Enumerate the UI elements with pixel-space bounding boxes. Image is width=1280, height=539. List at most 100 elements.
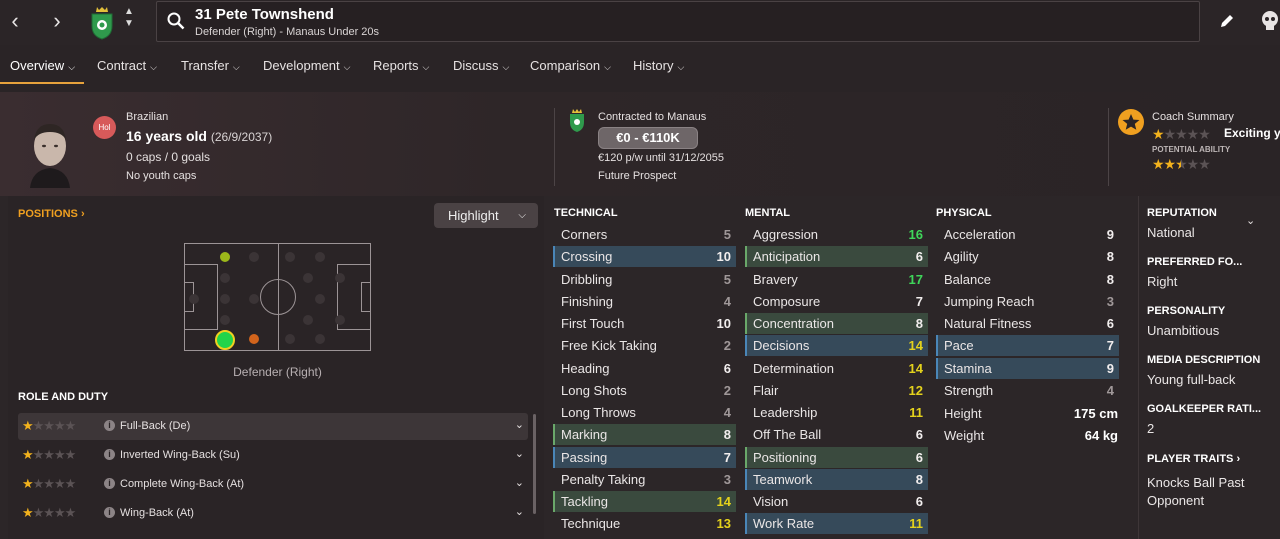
tab-transfer[interactable]: Transfer ⌵ bbox=[181, 58, 240, 73]
attribute-row[interactable]: Decisions 14 bbox=[745, 335, 928, 357]
attribute-row[interactable]: Leadership 11 bbox=[745, 402, 928, 423]
tab-development[interactable]: Development ⌵ bbox=[263, 58, 350, 73]
info-icon[interactable]: i bbox=[104, 478, 115, 489]
roles-scrollbar[interactable] bbox=[533, 414, 536, 514]
attribute-row[interactable]: Positioning 6 bbox=[745, 446, 928, 468]
position-dot-dr[interactable] bbox=[215, 330, 235, 350]
player-traits-link[interactable]: PLAYER TRAITS › bbox=[1147, 453, 1240, 465]
attribute-row[interactable]: Jumping Reach 3 bbox=[936, 291, 1119, 312]
info-icon[interactable]: i bbox=[104, 449, 115, 460]
position-dot-str[interactable] bbox=[335, 315, 345, 325]
attribute-row[interactable]: Vision 6 bbox=[745, 491, 928, 512]
position-dot-wbl[interactable] bbox=[249, 252, 259, 262]
position-dot-dm[interactable] bbox=[249, 294, 259, 304]
chevron-down-icon[interactable]: ⌄ bbox=[515, 505, 524, 518]
attribute-row[interactable]: Long Throws 4 bbox=[553, 402, 736, 423]
attribute-row[interactable]: Natural Fitness 6 bbox=[936, 313, 1119, 334]
tab-comparison[interactable]: Comparison ⌵ bbox=[530, 58, 611, 73]
club-crest-icon[interactable] bbox=[88, 6, 116, 40]
highlight-bar bbox=[745, 380, 747, 401]
attribute-row[interactable]: Tackling 14 bbox=[553, 491, 736, 512]
attribute-name: Positioning bbox=[753, 449, 817, 465]
position-dot-ml[interactable] bbox=[285, 252, 295, 262]
position-dot-dc[interactable] bbox=[220, 294, 230, 304]
position-dot-amr[interactable] bbox=[315, 334, 325, 344]
role-row[interactable]: ★★★★★ i Wing-Back (At) ⌄ bbox=[18, 500, 528, 527]
attribute-row[interactable]: Penalty Taking 3 bbox=[553, 469, 736, 490]
attribute-row[interactable]: Corners 5 bbox=[553, 224, 736, 245]
attribute-row[interactable]: Balance 8 bbox=[936, 269, 1119, 290]
attribute-row[interactable]: Long Shots 2 bbox=[553, 380, 736, 401]
position-dot-wbr[interactable] bbox=[249, 334, 259, 344]
club-crest-small-icon[interactable] bbox=[568, 109, 586, 133]
search-icon[interactable] bbox=[167, 12, 185, 30]
attribute-row[interactable]: Finishing 4 bbox=[553, 291, 736, 312]
tab-reports[interactable]: Reports ⌵ bbox=[373, 58, 429, 73]
skull-icon[interactable] bbox=[1260, 10, 1280, 32]
attribute-row[interactable]: Crossing 10 bbox=[553, 246, 736, 268]
attribute-row[interactable]: Anticipation 6 bbox=[745, 246, 928, 268]
position-dot-dcr[interactable] bbox=[220, 315, 230, 325]
highlight-bar bbox=[936, 335, 938, 357]
attribute-value: 8 bbox=[1106, 249, 1114, 265]
attribute-row[interactable]: Flair 12 bbox=[745, 380, 928, 401]
position-dot-mcr[interactable] bbox=[303, 315, 313, 325]
attribute-row[interactable]: Determination 14 bbox=[745, 358, 928, 379]
search-box[interactable]: 31 Pete Townshend Defender (Right) - Man… bbox=[156, 1, 1200, 42]
position-dot-dcl[interactable] bbox=[220, 273, 230, 283]
position-dot-mcl[interactable] bbox=[303, 273, 313, 283]
chevron-down-icon[interactable]: ⌄ bbox=[515, 476, 524, 489]
position-dot-mr[interactable] bbox=[285, 334, 295, 344]
tab-contract[interactable]: Contract ⌵ bbox=[97, 58, 157, 73]
attribute-value: 6 bbox=[915, 427, 923, 443]
transfer-value[interactable]: €0 - €110K bbox=[598, 127, 698, 149]
info-icon[interactable]: i bbox=[104, 420, 115, 431]
contracted-to[interactable]: Contracted to Manaus bbox=[598, 111, 706, 123]
attribute-value: 10 bbox=[716, 249, 731, 265]
attribute-row[interactable]: Aggression 16 bbox=[745, 224, 928, 245]
position-dot-dl[interactable] bbox=[220, 252, 230, 262]
info-icon[interactable]: i bbox=[104, 507, 115, 518]
position-dot-amc[interactable] bbox=[315, 294, 325, 304]
highlight-dropdown[interactable]: Highlight ⌵ bbox=[434, 203, 538, 228]
attribute-row[interactable]: Technique 13 bbox=[553, 513, 736, 534]
attribute-row[interactable]: Strength 4 bbox=[936, 380, 1119, 401]
attribute-row[interactable]: Teamwork 8 bbox=[745, 468, 928, 490]
forward-arrow-icon[interactable]: › bbox=[45, 10, 69, 34]
attribute-row[interactable]: Marking 8 bbox=[553, 424, 736, 446]
edit-pencil-icon[interactable] bbox=[1218, 12, 1236, 30]
role-row[interactable]: ★★★★★ i Inverted Wing-Back (Su) ⌄ bbox=[18, 442, 528, 469]
highlight-bar bbox=[553, 469, 555, 490]
back-arrow-icon[interactable]: ‹ bbox=[3, 10, 27, 34]
role-stars: ★★★★★ bbox=[22, 505, 76, 520]
attribute-row[interactable]: Heading 6 bbox=[553, 358, 736, 379]
tab-history[interactable]: History ⌵ bbox=[633, 58, 684, 73]
chevron-down-icon[interactable]: ⌄ bbox=[515, 418, 524, 431]
chevron-down-icon[interactable]: ⌄ bbox=[1246, 214, 1255, 227]
role-row[interactable]: ★★★★★ i Full-Back (De) ⌄ bbox=[18, 413, 528, 440]
attribute-row[interactable]: Acceleration 9 bbox=[936, 224, 1119, 245]
attribute-row[interactable]: Passing 7 bbox=[553, 446, 736, 468]
attribute-row[interactable]: Composure 7 bbox=[745, 291, 928, 312]
positions-link[interactable]: POSITIONS › bbox=[18, 208, 85, 220]
position-dot-gk[interactable] bbox=[189, 294, 199, 304]
tab-overview[interactable]: Overview ⌵ bbox=[10, 58, 75, 73]
attribute-row[interactable]: Bravery 17 bbox=[745, 269, 928, 290]
attribute-row[interactable]: Pace 7 bbox=[936, 335, 1119, 357]
attribute-row[interactable]: Concentration 8 bbox=[745, 313, 928, 334]
nation-badge[interactable]: Hol bbox=[93, 116, 116, 139]
attribute-row[interactable]: Off The Ball 6 bbox=[745, 424, 928, 445]
attribute-row[interactable]: Work Rate 11 bbox=[745, 513, 928, 535]
role-row[interactable]: ★★★★★ i Complete Wing-Back (At) ⌄ bbox=[18, 471, 528, 498]
tab-discuss[interactable]: Discuss ⌵ bbox=[453, 58, 509, 73]
attribute-row[interactable]: Agility 8 bbox=[936, 246, 1119, 267]
attribute-row[interactable]: Stamina 9 bbox=[936, 357, 1119, 379]
attribute-row[interactable]: Free Kick Taking 2 bbox=[553, 335, 736, 356]
highlight-bar bbox=[745, 402, 747, 423]
position-dot-aml[interactable] bbox=[315, 252, 325, 262]
chevron-down-icon[interactable]: ⌄ bbox=[515, 447, 524, 460]
position-dot-stl[interactable] bbox=[335, 273, 345, 283]
attribute-row[interactable]: Dribbling 5 bbox=[553, 269, 736, 290]
attribute-row[interactable]: First Touch 10 bbox=[553, 313, 736, 334]
player-switch-icon[interactable]: ▲ ▼ bbox=[122, 6, 136, 30]
